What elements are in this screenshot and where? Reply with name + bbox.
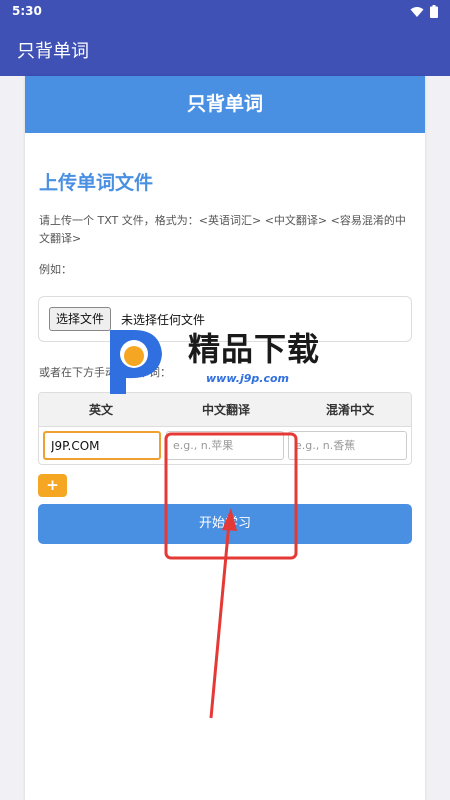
card-header: 只背单词 — [25, 76, 425, 133]
add-row-button[interactable]: + — [38, 474, 67, 497]
word-table: 英文 中文翻译 混淆中文 — [38, 392, 412, 465]
header-english: 英文 — [88, 403, 113, 417]
app-title: 只背单词 — [17, 41, 89, 62]
battery-icon — [430, 5, 438, 18]
app-bar: 只背单词 — [0, 24, 450, 76]
main-card: 只背单词 上传单词文件 请上传一个 TXT 文件，格式为：<英语词汇> <中文翻… — [25, 76, 425, 800]
status-icons — [410, 5, 438, 18]
header-confusing: 混淆中文 — [325, 403, 374, 417]
status-bar: 5:30 — [0, 0, 450, 24]
status-time: 5:30 — [12, 4, 42, 18]
table-header: 英文 中文翻译 混淆中文 — [39, 393, 411, 427]
wifi-icon — [410, 6, 424, 17]
file-upload-box: 选择文件 未选择任何文件 — [38, 296, 412, 342]
chinese-input[interactable] — [166, 431, 284, 460]
english-input[interactable] — [43, 431, 161, 460]
example-label: 例如： — [39, 263, 72, 276]
header-chinese: 中文翻译 — [201, 403, 250, 417]
manual-input-label: 或者在下方手动输入单词： — [39, 366, 171, 379]
section-title: 上传单词文件 — [39, 172, 154, 194]
choose-file-button[interactable]: 选择文件 — [49, 307, 112, 331]
file-status: 未选择任何文件 — [121, 313, 206, 327]
confusing-input[interactable] — [288, 431, 407, 460]
start-learning-button[interactable]: 开始学习 — [38, 504, 412, 544]
upload-description: 请上传一个 TXT 文件，格式为：<英语词汇> <中文翻译> <容易混淆的中文翻… — [39, 214, 406, 245]
